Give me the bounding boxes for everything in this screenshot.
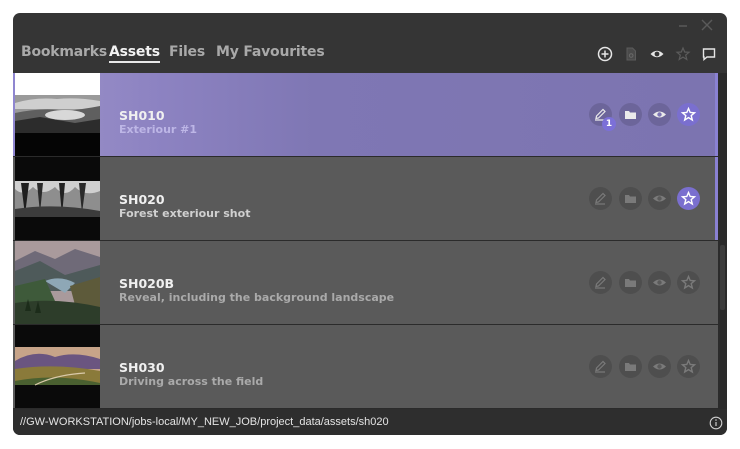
folder-button[interactable] — [619, 355, 642, 378]
tab-files[interactable]: Files — [169, 44, 205, 60]
annotation-count-badge: 1 — [602, 117, 616, 131]
row-accent — [715, 73, 718, 156]
info-icon[interactable] — [709, 415, 723, 430]
preview-button[interactable] — [648, 187, 671, 210]
asset-row-sh010[interactable]: SH010 Exteriour #1 1 — [13, 73, 718, 156]
title-bar — [13, 13, 727, 39]
annotate-button[interactable] — [589, 271, 612, 294]
folder-button[interactable] — [619, 271, 642, 294]
asset-name: SH030 — [119, 360, 165, 375]
asset-list: SH010 Exteriour #1 1 SH020 Forest exteri… — [13, 73, 727, 409]
favourite-button[interactable] — [677, 103, 700, 126]
folder-button[interactable] — [619, 187, 642, 210]
asset-description: Driving across the field — [119, 375, 264, 388]
asset-name: SH020 — [119, 192, 165, 207]
tab-bookmarks[interactable]: Bookmarks — [21, 44, 107, 60]
asset-description: Exteriour #1 — [119, 123, 198, 136]
star-icon[interactable] — [675, 46, 691, 62]
asset-name: SH010 — [119, 108, 165, 123]
asset-row-sh030[interactable]: SH030 Driving across the field — [13, 325, 718, 408]
annotate-button[interactable]: 1 — [589, 103, 616, 131]
asset-row-sh020[interactable]: SH020 Forest exteriour shot — [13, 157, 718, 240]
chat-icon[interactable] — [701, 46, 717, 62]
status-bar: //GW-WORKSTATION/jobs-local/MY_NEW_JOB/p… — [13, 409, 727, 435]
asset-row-sh020b[interactable]: SH020B Reveal, including the background … — [13, 241, 718, 324]
asset-thumbnail — [15, 241, 100, 324]
tab-assets[interactable]: Assets — [109, 44, 160, 63]
asset-description: Reveal, including the background landsca… — [119, 291, 395, 304]
asset-thumbnail — [15, 73, 100, 156]
close-icon[interactable] — [699, 17, 715, 33]
annotate-button[interactable] — [589, 355, 612, 378]
list-scrollbar[interactable] — [720, 73, 725, 409]
asset-name: SH020B — [119, 276, 175, 291]
eye-icon[interactable] — [649, 46, 665, 62]
current-path: //GW-WORKSTATION/jobs-local/MY_NEW_JOB/p… — [20, 416, 389, 428]
annotate-button[interactable] — [589, 187, 612, 210]
preview-button[interactable] — [648, 355, 671, 378]
app-window: Bookmarks Assets Files My Favourites SH0… — [13, 13, 727, 435]
asset-thumbnail — [15, 325, 100, 408]
minimize-icon[interactable] — [675, 17, 691, 33]
tab-my-favourites[interactable]: My Favourites — [216, 44, 325, 60]
favourite-button[interactable] — [677, 271, 700, 294]
asset-thumbnail — [15, 157, 100, 240]
row-accent — [715, 157, 718, 240]
preview-button[interactable] — [648, 103, 671, 126]
favourite-button[interactable] — [677, 187, 700, 210]
favourite-button[interactable] — [677, 355, 700, 378]
preview-button[interactable] — [648, 271, 671, 294]
scrollbar-thumb[interactable] — [720, 245, 725, 310]
file-icon[interactable] — [623, 46, 639, 62]
asset-description: Forest exteriour shot — [119, 207, 251, 220]
add-circle-icon[interactable] — [597, 46, 613, 62]
tab-bar: Bookmarks Assets Files My Favourites — [13, 44, 727, 68]
folder-button[interactable] — [619, 103, 642, 126]
